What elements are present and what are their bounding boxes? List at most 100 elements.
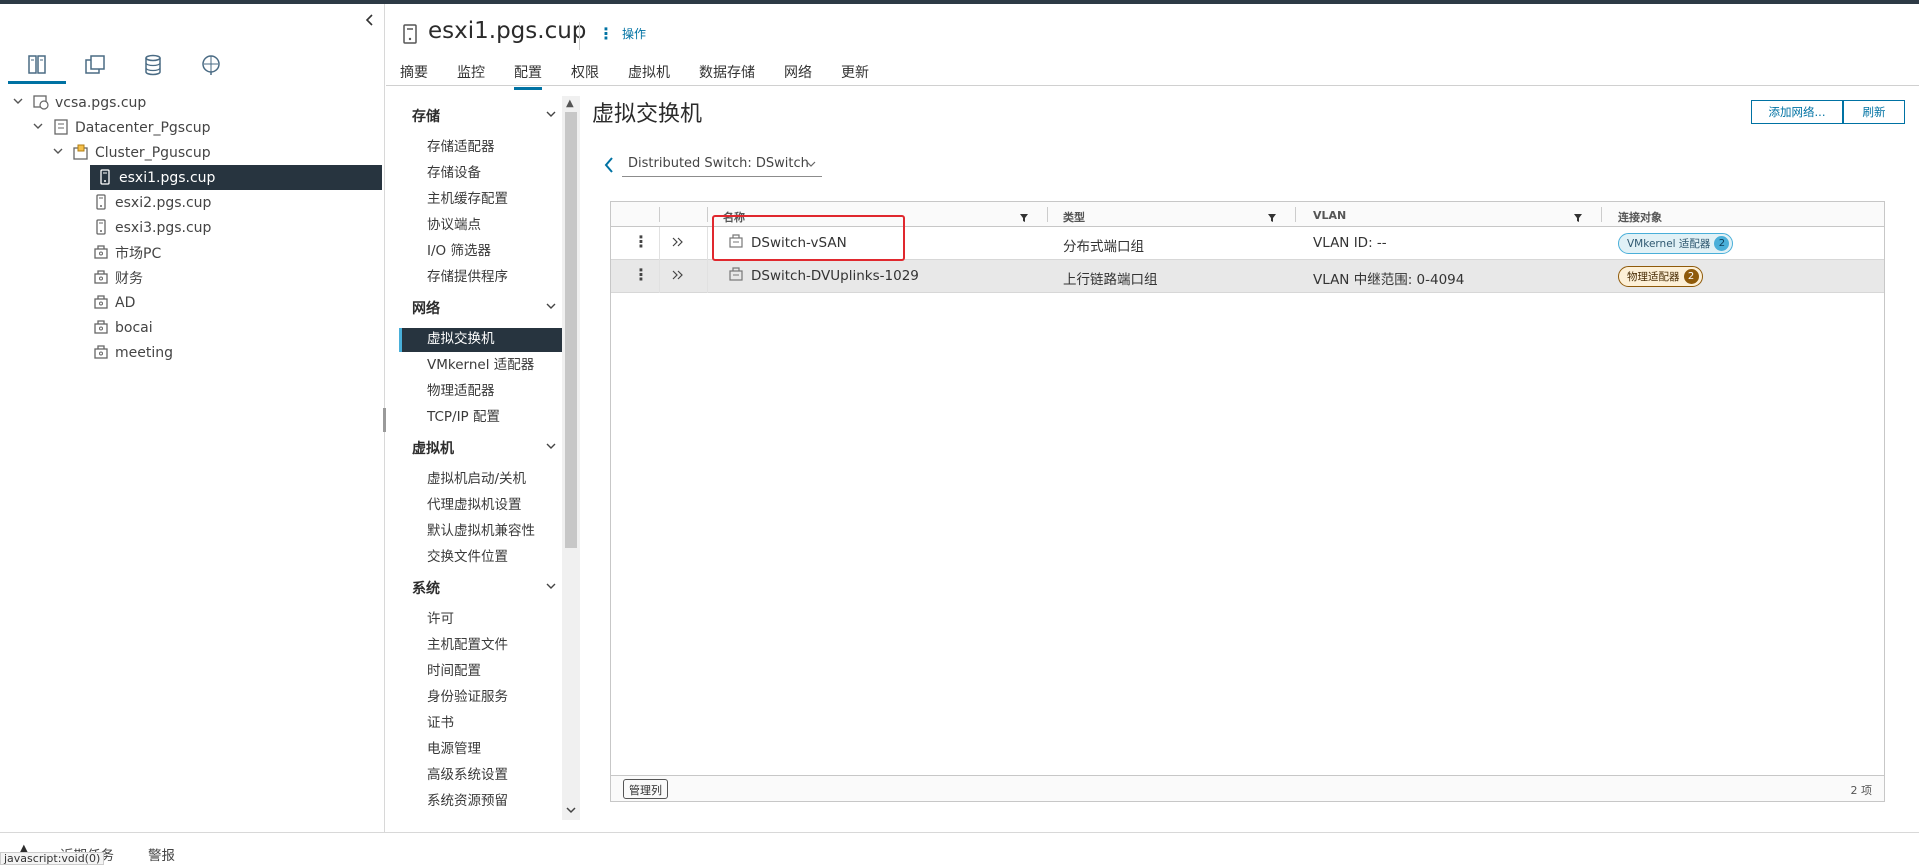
add-network-button[interactable]: 添加网络... [1751,100,1843,124]
storage-icon[interactable] [124,52,182,84]
tab-4[interactable]: 虚拟机 [628,62,670,86]
scroll-up-icon[interactable]: ▲ [566,98,574,109]
tab-7[interactable]: 更新 [841,62,869,86]
tab-3[interactable]: 权限 [571,62,599,86]
config-item[interactable]: 虚拟交换机 [399,328,563,352]
resource-pool-icon [92,268,110,286]
config-item[interactable]: 存储设备 [399,162,563,186]
config-item[interactable]: 存储提供程序 [399,266,563,290]
config-item[interactable]: 虚拟机启动/关机 [399,468,563,492]
tab-2[interactable]: 配置 [514,62,542,90]
config-item[interactable]: 时间配置 [399,660,563,684]
config-item[interactable]: I/O 筛选器 [399,240,563,264]
tab-6[interactable]: 网络 [784,62,812,86]
config-item[interactable]: 主机配置文件 [399,634,563,658]
tree-item[interactable]: vcsa.pgs.cup [0,90,382,115]
tree-item[interactable]: 财务 [0,265,382,290]
back-icon[interactable] [603,156,615,178]
row-actions-icon[interactable]: ⋮ [633,232,649,251]
config-item[interactable]: 系统资源预留 [399,790,563,814]
filter-icon[interactable] [1573,211,1583,227]
expand-row-icon[interactable] [671,269,685,285]
config-section-title: 系统 [412,581,440,597]
tree-item-label: esxi3.pgs.cup [115,219,212,236]
tree-item[interactable]: esxi3.pgs.cup [0,215,382,240]
config-item[interactable]: 默认虚拟机兼容性 [399,520,563,544]
chevron-down-icon[interactable] [12,95,26,109]
scroll-down-icon[interactable] [566,805,576,818]
config-item[interactable]: 主机缓存配置 [399,188,563,212]
config-section-header[interactable]: 虚拟机 [399,438,559,460]
scrollbar-thumb[interactable] [565,112,577,548]
object-header: esxi1.pgs.cup ⋮ 操作 摘要 监控 配置 权限 虚拟机 数据存储 网络 更新 [386,4,1919,90]
table-row[interactable]: ⋮ DSwitch-DVUplinks-1029 上行链路端口组 VLAN 中继范围:… [611,260,1884,293]
config-section-header[interactable]: 系统 [399,578,559,600]
config-item[interactable]: 代理虚拟机设置 [399,494,563,518]
chevron-down-icon [806,158,816,173]
config-section-title: 虚拟机 [412,441,454,457]
tree-item[interactable]: meeting [0,340,382,365]
cell-name[interactable]: DSwitch-DVUplinks-1029 [751,268,919,284]
refresh-button[interactable]: 刷新 [1843,100,1905,124]
filter-icon[interactable] [1267,211,1277,227]
chevron-down-icon[interactable] [52,145,66,159]
config-item[interactable]: 证书 [399,712,563,736]
config-item[interactable]: 存储适配器 [399,136,563,160]
config-item[interactable]: 物理适配器 [399,380,563,404]
tree-item[interactable]: esxi2.pgs.cup [0,190,382,215]
config-menu: 存储存储适配器 存储设备 主机缓存配置 协议端点 I/O 筛选器 存储提供程序 网络虚拟交换… [399,96,580,820]
config-item[interactable]: TCP/IP 配置 [399,406,563,430]
config-menu-scrollbar[interactable]: ▲ [562,96,580,820]
tree-item-label: esxi1.pgs.cup [119,169,216,186]
tree-item[interactable]: Cluster_Pguscup [0,140,382,165]
tree-item[interactable]: Datacenter_Pgscup [0,115,382,140]
tab-5[interactable]: 数据存储 [699,62,755,86]
badge-label: 物理适配器 [1627,271,1680,283]
config-item[interactable]: 协议端点 [399,214,563,238]
config-item[interactable]: 身份验证服务 [399,686,563,710]
pane-splitter[interactable] [383,408,386,432]
row-actions-icon[interactable]: ⋮ [633,265,649,284]
object-tabs: 摘要 监控 配置 权限 虚拟机 数据存储 网络 更新 [400,62,898,90]
alarms-tab[interactable]: 警报 [148,844,175,864]
tree-item-label: esxi2.pgs.cup [115,194,212,211]
tree-item[interactable]: 市场PC [0,240,382,265]
config-item[interactable]: VMkernel 适配器 [399,354,563,378]
port-group-icon [728,266,744,286]
expand-row-icon[interactable] [671,236,685,252]
config-item[interactable]: 电源管理 [399,738,563,762]
connected-badge[interactable]: VMkernel 适配器 2 [1618,233,1734,254]
tab-1[interactable]: 监控 [457,62,485,86]
page-title: esxi1.pgs.cup [428,18,587,44]
hosts-clusters-icon[interactable] [8,52,66,84]
inventory-navigator: vcsa.pgs.cup Datacenter_Pgscup Cluster_Pgu… [0,4,386,832]
host-icon [92,193,110,211]
switch-select[interactable]: Distributed Switch: DSwitch [622,152,822,177]
grid-footer: 管理列 2 项 [611,775,1884,801]
manage-columns-button[interactable]: 管理列 [623,779,668,799]
chevron-down-icon[interactable] [32,120,46,134]
config-section-header[interactable]: 存储 [399,106,559,128]
column-connected[interactable]: 连接对象 [1618,209,1662,225]
cluster-icon [72,143,90,161]
badge-count: 2 [1683,269,1699,284]
column-type[interactable]: 类型 [1063,209,1085,225]
tree-item[interactable]: bocai [0,315,382,340]
tab-0[interactable]: 摘要 [400,62,428,86]
networking-icon[interactable] [182,52,240,84]
config-section-header[interactable]: 网络 [399,298,559,320]
tree-item[interactable]: AD [0,290,382,315]
tree-item[interactable]: esxi1.pgs.cup [90,165,382,190]
column-vlan[interactable]: VLAN [1313,209,1346,222]
tree-item-label: AD [115,294,136,311]
vms-templates-icon[interactable] [66,52,124,84]
bottom-panel: ▲ 近期任务 警报 [0,832,1919,865]
collapse-navigator-icon[interactable] [362,12,378,28]
config-item[interactable]: 高级系统设置 [399,764,563,788]
host-icon [92,218,110,236]
config-item[interactable]: 许可 [399,608,563,632]
filter-icon[interactable] [1019,211,1029,227]
connected-badge[interactable]: 物理适配器 2 [1618,266,1703,287]
config-item[interactable]: 交换文件位置 [399,546,563,570]
actions-menu[interactable]: ⋮ 操作 [598,24,646,43]
